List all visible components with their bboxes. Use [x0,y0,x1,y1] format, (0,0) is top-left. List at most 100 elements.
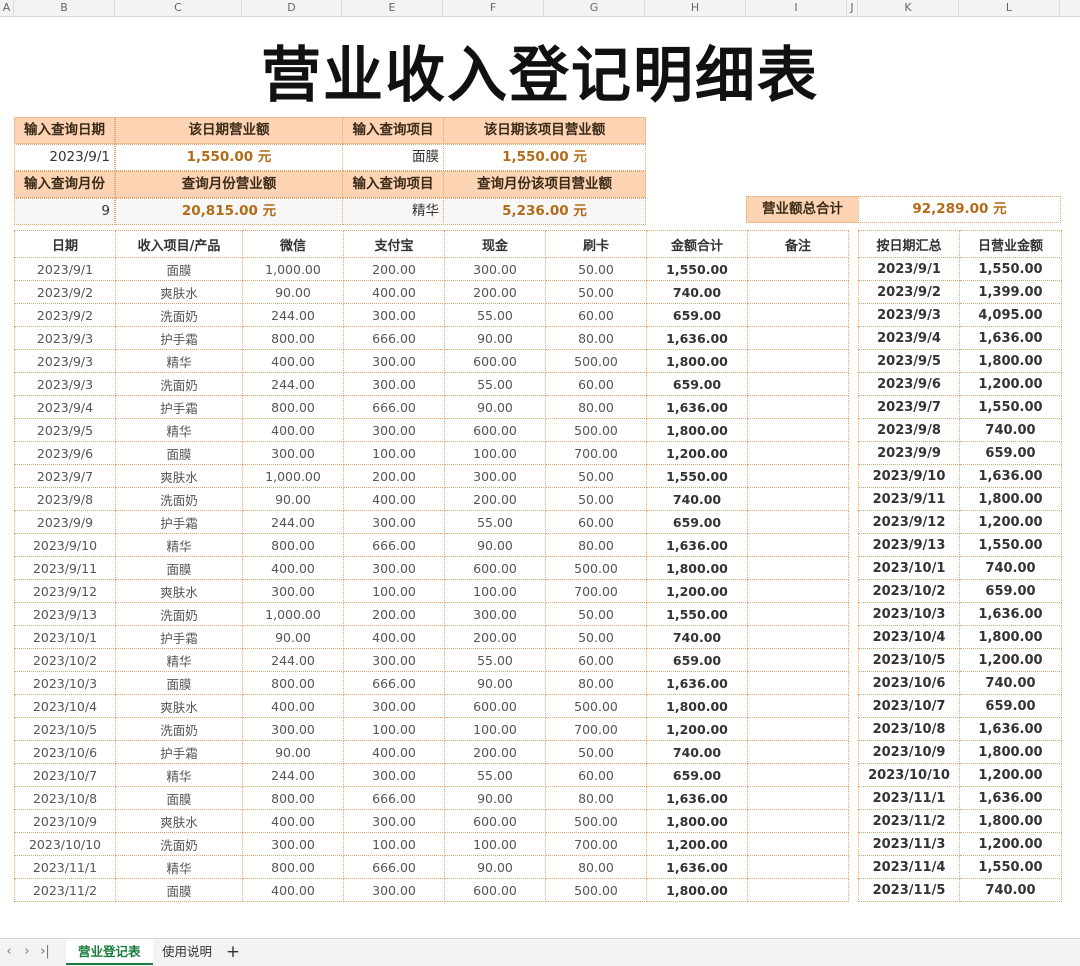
cell-card[interactable]: 500.00 [545,694,647,718]
cell-date[interactable]: 2023/9/1 [14,257,116,281]
cell-alipay[interactable]: 666.00 [343,326,445,350]
cell-alipay[interactable]: 300.00 [343,878,445,902]
cell-date[interactable]: 2023/10/6 [14,740,116,764]
cell-wechat[interactable]: 800.00 [242,395,344,419]
cell-card[interactable]: 700.00 [545,441,647,465]
cell-date[interactable]: 2023/10/3 [14,671,116,695]
cell-card[interactable]: 80.00 [545,671,647,695]
cell-summary-amount[interactable]: 1,636.00 [959,717,1062,741]
cell-date[interactable]: 2023/10/8 [14,786,116,810]
cell-cash[interactable]: 90.00 [444,671,546,695]
cell-cash[interactable]: 100.00 [444,717,546,741]
cell-note[interactable] [747,441,849,465]
cell-cash[interactable]: 90.00 [444,395,546,419]
column-header[interactable]: F [443,0,544,16]
add-sheet-icon[interactable]: + [223,939,243,965]
cell-wechat[interactable]: 300.00 [242,441,344,465]
cell-wechat[interactable]: 1,000.00 [242,257,344,281]
cell-date[interactable]: 2023/9/3 [14,349,116,373]
cell-summary-date[interactable]: 2023/9/7 [858,395,960,419]
cell-summary-date[interactable]: 2023/9/5 [858,349,960,373]
cell-item[interactable]: 洗面奶 [115,487,243,511]
cell-item[interactable]: 洗面奶 [115,832,243,856]
cell-note[interactable] [747,487,849,511]
cell-cash[interactable]: 600.00 [444,556,546,580]
cell-summary-date[interactable]: 2023/10/1 [858,556,960,580]
cell-cash[interactable]: 90.00 [444,786,546,810]
cell-total[interactable]: 1,636.00 [646,671,748,695]
cell-note[interactable] [747,602,849,626]
cell-item[interactable]: 面膜 [115,441,243,465]
cell-card[interactable]: 500.00 [545,878,647,902]
cell-item[interactable]: 护手霜 [115,510,243,534]
cell-wechat[interactable]: 90.00 [242,740,344,764]
cell-note[interactable] [747,648,849,672]
cell-note[interactable] [747,556,849,580]
cell-note[interactable] [747,418,849,442]
cell-total[interactable]: 1,200.00 [646,717,748,741]
cell-summary-date[interactable]: 2023/9/11 [858,487,960,511]
cell-cash[interactable]: 90.00 [444,326,546,350]
cell-cash[interactable]: 100.00 [444,579,546,603]
cell-note[interactable] [747,855,849,879]
cell-alipay[interactable]: 400.00 [343,280,445,304]
cell-summary-date[interactable]: 2023/9/1 [858,257,960,281]
cell-summary-amount[interactable]: 740.00 [959,878,1062,902]
header-summary-amount[interactable]: 日营业金额 [959,230,1062,258]
column-header[interactable]: B [14,0,115,16]
cell-total[interactable]: 1,800.00 [646,878,748,902]
cell-item[interactable]: 面膜 [115,878,243,902]
header-wechat[interactable]: 微信 [242,230,344,258]
cell-alipay[interactable]: 300.00 [343,303,445,327]
cell-cash[interactable]: 55.00 [444,648,546,672]
cell-summary-date[interactable]: 2023/10/10 [858,763,960,787]
cell-date[interactable]: 2023/11/2 [14,878,116,902]
cell-alipay[interactable]: 100.00 [343,832,445,856]
cell-total[interactable]: 1,200.00 [646,579,748,603]
cell-summary-date[interactable]: 2023/11/3 [858,832,960,856]
cell-date[interactable]: 2023/9/9 [14,510,116,534]
cell-total[interactable]: 1,800.00 [646,556,748,580]
cell-summary-amount[interactable]: 1,800.00 [959,487,1062,511]
cell-total[interactable]: 659.00 [646,372,748,396]
cell-alipay[interactable]: 300.00 [343,349,445,373]
cell-wechat[interactable]: 800.00 [242,533,344,557]
cell-item[interactable]: 面膜 [115,556,243,580]
cell-note[interactable] [747,464,849,488]
cell-item[interactable]: 爽肤水 [115,464,243,488]
cell-cash[interactable]: 55.00 [444,372,546,396]
cell-date[interactable]: 2023/9/11 [14,556,116,580]
cell-wechat[interactable]: 800.00 [242,786,344,810]
cell-card[interactable]: 60.00 [545,648,647,672]
cell-summary-amount[interactable]: 740.00 [959,418,1062,442]
cell-total[interactable]: 1,550.00 [646,602,748,626]
tab-sheet-instructions[interactable]: 使用说明 [150,939,224,965]
cell-wechat[interactable]: 90.00 [242,487,344,511]
cell-note[interactable] [747,832,849,856]
cell-summary-date[interactable]: 2023/9/4 [858,326,960,350]
column-header[interactable]: E [342,0,443,16]
cell-date[interactable]: 2023/9/13 [14,602,116,626]
cell-summary-amount[interactable]: 1,200.00 [959,832,1062,856]
cell-alipay[interactable]: 300.00 [343,694,445,718]
cell-summary-date[interactable]: 2023/9/2 [858,280,960,304]
cell-wechat[interactable]: 800.00 [242,671,344,695]
cell-date[interactable]: 2023/10/2 [14,648,116,672]
cell-card[interactable]: 700.00 [545,832,647,856]
cell-cash[interactable]: 200.00 [444,487,546,511]
cell-total[interactable]: 1,636.00 [646,395,748,419]
cell-alipay[interactable]: 200.00 [343,464,445,488]
column-header[interactable]: H [645,0,746,16]
cell-alipay[interactable]: 300.00 [343,763,445,787]
tab-sheet-income[interactable]: 营业登记表 [66,939,153,965]
cell-wechat[interactable]: 800.00 [242,326,344,350]
cell-card[interactable]: 50.00 [545,602,647,626]
cell-total[interactable]: 659.00 [646,763,748,787]
cell-item[interactable]: 护手霜 [115,625,243,649]
cell-note[interactable] [747,579,849,603]
cell-note[interactable] [747,510,849,534]
cell-item[interactable]: 爽肤水 [115,280,243,304]
cell-note[interactable] [747,878,849,902]
cell-date[interactable]: 2023/10/1 [14,625,116,649]
cell-summary-date[interactable]: 2023/9/9 [858,441,960,465]
